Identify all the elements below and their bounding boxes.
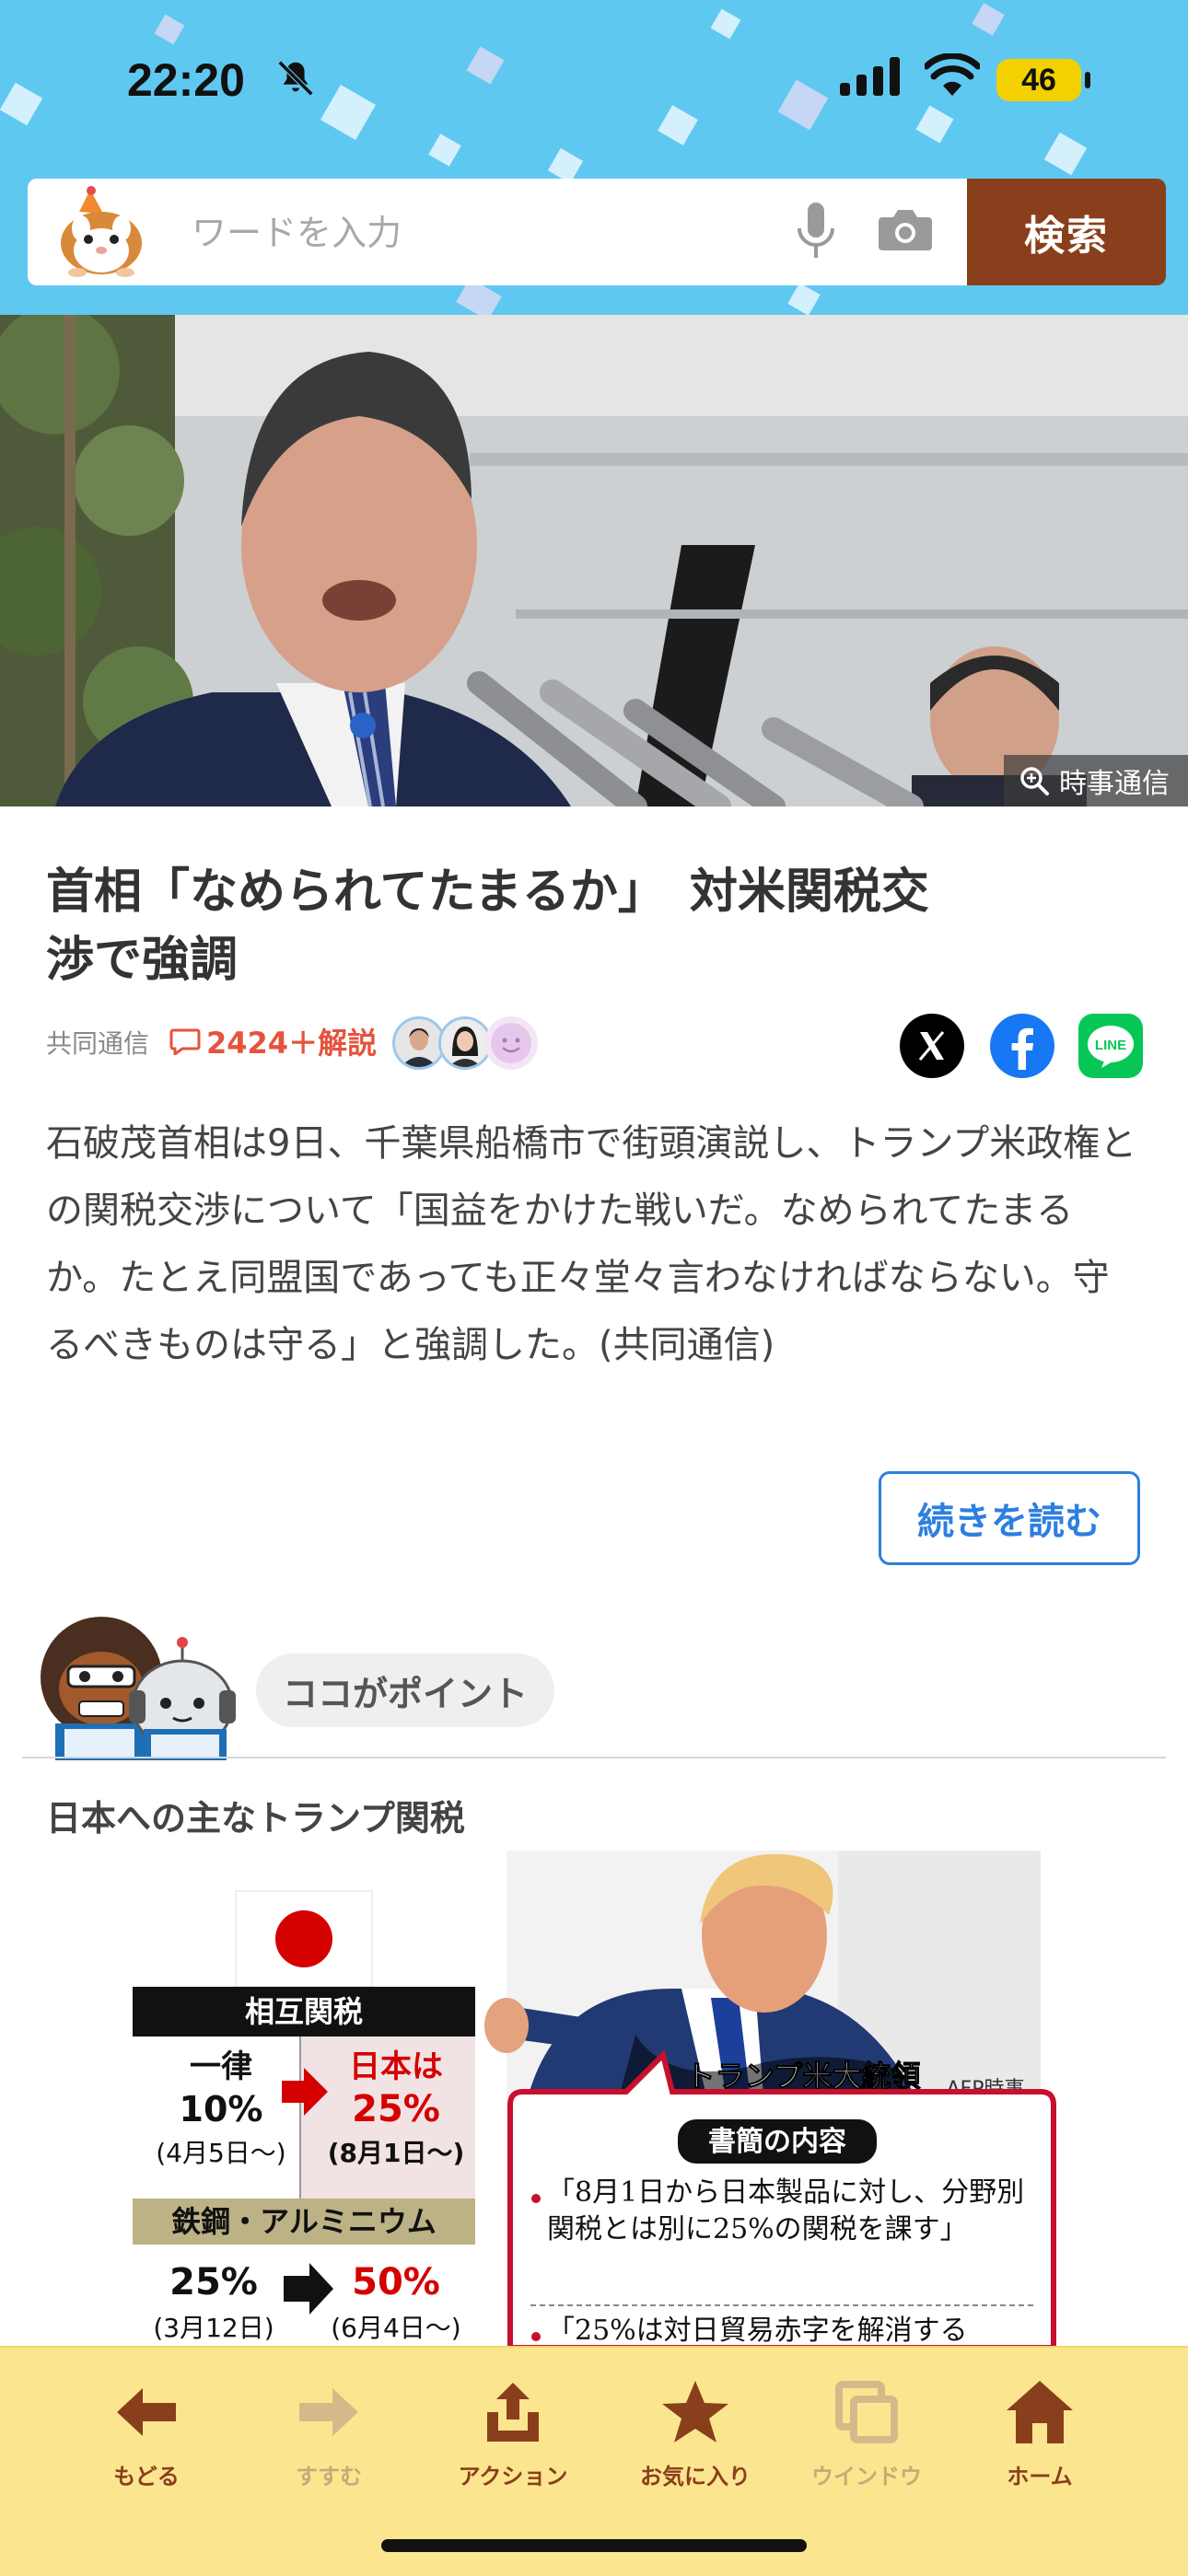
battery-indicator: 46 <box>996 59 1081 101</box>
forward-label: すすむ <box>296 2464 362 2489</box>
action-button[interactable]: アクション <box>435 2375 591 2490</box>
star-icon <box>662 2381 728 2443</box>
status-bar: 22:20 46 <box>0 37 1188 122</box>
status-time: 22:20 <box>127 54 245 106</box>
comment-bubble-icon <box>169 1028 201 1055</box>
row2-before-value: 25% <box>169 2261 258 2303</box>
tariff-infographic-drawing: 相互関税 一律 10% (4月5日〜) 日本は 25% (8月1日〜) 鉄鋼・ア… <box>133 1851 1056 2348</box>
steel-tariff-header: 鉄鋼・アルミニウム <box>171 2204 437 2239</box>
comment-count: 2424＋解説 <box>206 1026 378 1061</box>
guinea-pig-mascot-icon <box>61 186 142 277</box>
row1-before-date: (4月5日〜) <box>156 2138 285 2168</box>
mascot-characters-icon <box>41 1617 236 1760</box>
row1-after-date: (8月1日〜) <box>328 2138 465 2168</box>
zoom-magnifier-icon <box>1020 767 1049 795</box>
row2-before-date: (3月12日) <box>153 2313 274 2343</box>
article-meta: 共同通信 2424＋解説 LINE <box>46 1014 1151 1078</box>
search-input[interactable] <box>190 206 801 260</box>
row1-before-label: 一律 <box>190 2048 252 2085</box>
confetti-decoration <box>1043 132 1088 176</box>
forward-button[interactable]: すすむ <box>250 2375 407 2490</box>
action-label: アクション <box>458 2464 568 2489</box>
confetti-decoration <box>710 8 741 40</box>
article-headline: 首相「なめられてたまるか」 対米関税交 渉で強調 <box>46 864 929 988</box>
row1-before-value: 10% <box>180 2089 263 2129</box>
arrow-right-icon <box>299 2388 358 2436</box>
commenter-avatar-photo <box>395 1019 443 1067</box>
commenter-avatar-photo <box>441 1019 489 1067</box>
search-box[interactable] <box>28 179 967 285</box>
home-button[interactable]: ホーム <box>961 2375 1118 2490</box>
row1-after-label: 日本は <box>349 2048 443 2085</box>
hero-photo-illustration <box>0 315 1188 806</box>
row1-after-value: 25% <box>352 2088 440 2130</box>
windows-label: ウインドウ <box>811 2464 922 2489</box>
camera-icon[interactable] <box>879 206 932 252</box>
back-button[interactable]: もどる <box>68 2375 225 2490</box>
section-divider <box>22 1757 1166 1758</box>
commenter-avatar[interactable] <box>484 1016 538 1070</box>
comment-count-link[interactable]: 2424＋解説 <box>169 1020 377 1062</box>
wifi-icon <box>925 53 980 96</box>
battery-cap <box>1085 72 1090 88</box>
search-bar: 検索 <box>28 179 1166 285</box>
president-caption: トランプ米大統領 <box>685 2059 920 2094</box>
letter-item-2: 「25%は対日貿易赤字を解消する <box>547 2315 968 2347</box>
letter-header: 書簡の内容 <box>708 2126 846 2158</box>
confetti-decoration <box>787 283 821 315</box>
article-source[interactable]: 共同通信 <box>46 1024 149 1061</box>
x-share-icon[interactable] <box>899 1013 965 1079</box>
photo-credit-text: 時事通信 <box>1059 768 1170 800</box>
arrow-left-icon <box>117 2388 176 2436</box>
back-label: もどる <box>113 2464 180 2489</box>
article-body: 石破茂首相は9日、千葉県船橋市で街頭演説し、トランプ米政権との関税交渉について「… <box>46 1122 1137 1366</box>
reciprocal-tariff-header: 相互関税 <box>245 1994 363 2029</box>
point-label[interactable]: ココがポイント <box>256 1654 554 1727</box>
home-indicator[interactable] <box>381 2539 807 2552</box>
tariff-infographic[interactable]: 相互関税 一律 10% (4月5日〜) 日本は 25% (8月1日〜) 鉄鋼・ア… <box>120 1851 1068 2348</box>
confetti-decoration <box>428 133 461 167</box>
svg-text:LINE: LINE <box>1095 1038 1126 1053</box>
row2-after-date: (6月4日〜) <box>331 2313 460 2343</box>
photo-credit[interactable]: 時事通信 <box>1004 755 1188 806</box>
favorites-button[interactable]: お気に入り <box>617 2375 774 2490</box>
cellular-signal-icon <box>840 57 900 96</box>
line-share-icon[interactable]: LINE <box>1077 1013 1144 1079</box>
silent-bell-icon <box>277 60 314 97</box>
smiley-avatar-icon <box>491 1023 531 1063</box>
home-icon <box>1007 2381 1073 2443</box>
section-title: 日本への主なトランプ関税 <box>46 1798 465 1839</box>
confetti-decoration <box>972 3 1005 36</box>
microphone-icon[interactable] <box>796 203 836 261</box>
row2-after-value: 50% <box>352 2261 440 2303</box>
hero-photo[interactable]: 時事通信 <box>0 315 1188 806</box>
favorites-label: お気に入り <box>640 2464 751 2489</box>
increase-arrow-icon <box>284 2263 333 2315</box>
search-button[interactable]: 検索 <box>967 179 1166 285</box>
share-icon <box>487 2383 539 2442</box>
windows-button[interactable]: ウインドウ <box>788 2375 945 2490</box>
facebook-share-icon[interactable] <box>989 1013 1055 1079</box>
home-label: ホーム <box>1007 2464 1073 2489</box>
read-more-button[interactable]: 続きを読む <box>879 1471 1140 1565</box>
header: 22:20 46 ワードを入力 検索 <box>0 0 1188 315</box>
windows-icon <box>835 2381 898 2443</box>
letter-item-1: 「8月1日から日本製品に対し、分野別関税とは別に25%の関税を課す」 <box>547 2176 1025 2245</box>
